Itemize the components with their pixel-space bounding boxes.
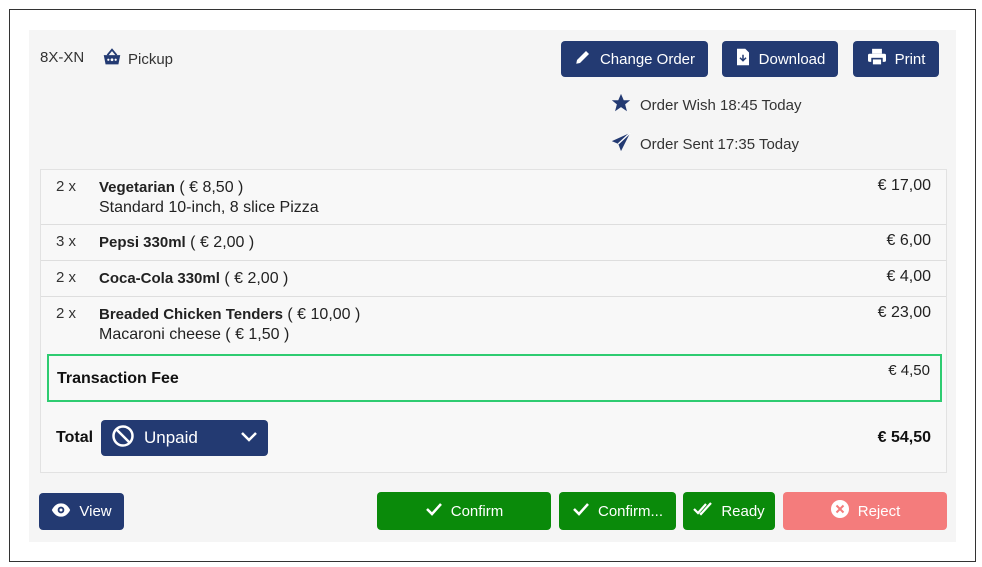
basket-icon bbox=[101, 46, 123, 72]
item-name: Vegetarian bbox=[99, 179, 175, 196]
item-description: Breaded Chicken Tenders ( € 10,00 ) Maca… bbox=[99, 305, 360, 345]
item-description: Pepsi 330ml ( € 2,00 ) bbox=[99, 233, 254, 253]
item-description: Coca-Cola 330ml ( € 2,00 ) bbox=[99, 269, 288, 289]
view-label: View bbox=[79, 503, 112, 520]
item-name: Coca-Cola 330ml bbox=[99, 270, 220, 287]
reject-label: Reject bbox=[857, 502, 901, 520]
order-item-row: 2 x Coca-Cola 330ml ( € 2,00 ) € 4,00 bbox=[41, 261, 946, 297]
change-order-label: Change Order bbox=[599, 50, 696, 68]
item-price: € 4,00 bbox=[886, 268, 931, 285]
item-option: Macaroni cheese ( € 1,50 ) bbox=[99, 326, 290, 343]
confirm-options-label: Confirm... bbox=[597, 502, 663, 520]
order-type: Pickup bbox=[101, 46, 173, 72]
payment-status-dropdown[interactable]: Unpaid bbox=[101, 420, 268, 456]
item-price: € 23,00 bbox=[877, 304, 931, 321]
download-label: Download bbox=[758, 50, 826, 68]
chevron-down-icon bbox=[240, 428, 258, 448]
printer-icon bbox=[867, 48, 887, 70]
close-circle-icon bbox=[830, 499, 850, 523]
print-button[interactable]: Print bbox=[853, 41, 939, 77]
item-quantity: 3 x bbox=[56, 233, 77, 250]
double-check-icon bbox=[693, 501, 713, 521]
payment-status-label: Unpaid bbox=[144, 428, 198, 447]
item-name: Breaded Chicken Tenders bbox=[99, 306, 283, 323]
item-unit-price: ( € 10,00 ) bbox=[287, 306, 361, 323]
ban-icon bbox=[111, 424, 135, 453]
total-amount: € 54,50 bbox=[877, 429, 931, 446]
order-sent-time: Order Sent 17:35 Today bbox=[610, 131, 799, 157]
item-quantity: 2 x bbox=[56, 178, 77, 195]
order-type-label: Pickup bbox=[128, 50, 174, 68]
transaction-fee-row: Transaction Fee € 4,50 bbox=[47, 354, 942, 402]
ready-button[interactable]: Ready bbox=[683, 492, 775, 530]
check-icon bbox=[572, 502, 590, 520]
order-items-list: 2 x Vegetarian ( € 8,50 ) Standard 10-in… bbox=[40, 169, 947, 473]
order-item-row: 2 x Breaded Chicken Tenders ( € 10,00 ) … bbox=[41, 297, 946, 351]
item-option: Standard 10-inch, 8 slice Pizza bbox=[99, 199, 319, 216]
order-wish-label: Order Wish 18:45 Today bbox=[640, 96, 802, 114]
item-unit-price: ( € 8,50 ) bbox=[179, 179, 244, 196]
item-unit-price: ( € 2,00 ) bbox=[190, 234, 255, 251]
star-icon bbox=[610, 92, 632, 118]
view-button[interactable]: View bbox=[39, 493, 124, 530]
order-item-row: 2 x Vegetarian ( € 8,50 ) Standard 10-in… bbox=[41, 170, 946, 225]
pencil-icon bbox=[574, 48, 592, 70]
file-download-icon bbox=[735, 48, 751, 70]
print-label: Print bbox=[894, 50, 926, 68]
eye-icon bbox=[51, 502, 71, 522]
paper-plane-icon bbox=[610, 131, 632, 157]
confirm-label: Confirm bbox=[450, 502, 504, 520]
transaction-fee-label: Transaction Fee bbox=[57, 370, 179, 387]
order-sent-label: Order Sent 17:35 Today bbox=[640, 135, 799, 153]
order-item-row: 3 x Pepsi 330ml ( € 2,00 ) € 6,00 bbox=[41, 225, 946, 261]
order-wish-time: Order Wish 18:45 Today bbox=[610, 92, 801, 118]
check-icon bbox=[425, 502, 443, 520]
order-id: 8X-XN bbox=[40, 49, 85, 66]
ready-label: Ready bbox=[721, 502, 765, 520]
download-button[interactable]: Download bbox=[722, 41, 838, 77]
item-price: € 17,00 bbox=[877, 177, 931, 194]
item-description: Vegetarian ( € 8,50 ) Standard 10-inch, … bbox=[99, 178, 319, 218]
reject-button[interactable]: Reject bbox=[783, 492, 947, 530]
item-price: € 6,00 bbox=[886, 232, 931, 249]
confirm-options-button[interactable]: Confirm... bbox=[559, 492, 676, 530]
change-order-button[interactable]: Change Order bbox=[561, 41, 708, 77]
total-label: Total bbox=[56, 429, 94, 446]
item-name: Pepsi 330ml bbox=[99, 234, 186, 251]
confirm-button[interactable]: Confirm bbox=[377, 492, 551, 530]
item-quantity: 2 x bbox=[56, 305, 77, 322]
item-quantity: 2 x bbox=[56, 269, 77, 286]
transaction-fee-price: € 4,50 bbox=[888, 362, 930, 379]
item-unit-price: ( € 2,00 ) bbox=[224, 270, 289, 287]
